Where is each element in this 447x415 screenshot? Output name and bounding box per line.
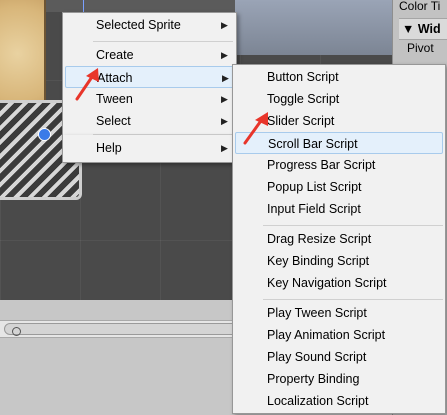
submenu-item-progress-bar-script[interactable]: Progress Bar Script — [233, 154, 445, 176]
submenu-item-popup-list-script[interactable]: Popup List Script — [233, 176, 445, 198]
submenu-arrow-icon: ▶ — [221, 20, 228, 30]
submenu-item-play-tween-script[interactable]: Play Tween Script — [233, 302, 445, 324]
annotation-arrow-icon — [243, 112, 268, 145]
menu-item-label: Attach — [97, 71, 133, 85]
submenu-item-label: Button Script — [267, 70, 339, 84]
submenu-item-label: Drag Resize Script — [267, 232, 372, 246]
search-icon — [12, 327, 21, 336]
context-menu-help-section: Help ▶ — [62, 135, 237, 163]
selection-handle[interactable] — [38, 128, 51, 141]
submenu-item-button-script[interactable]: Button Script — [233, 66, 445, 88]
submenu-item-label: Progress Bar Script — [267, 158, 376, 172]
submenu-separator — [263, 299, 443, 300]
submenu-item-label: Toggle Script — [267, 92, 340, 106]
submenu-item-input-field-script[interactable]: Input Field Script — [233, 198, 445, 220]
submenu-arrow-icon: ▶ — [221, 50, 228, 60]
color-tint-label: Color Ti — [399, 0, 441, 13]
menu-item-help[interactable]: Help ▶ — [63, 137, 236, 159]
pivot-label: Pivot — [407, 41, 434, 55]
menu-item-label: Help — [96, 141, 122, 155]
scene-sky-area — [235, 0, 392, 55]
submenu-item-localization-script[interactable]: Localization Script — [233, 390, 445, 412]
submenu-item-label: Play Tween Script — [267, 306, 367, 320]
submenu-item-label: Property Binding — [267, 372, 360, 386]
submenu-item-label: Localization Script — [267, 394, 369, 408]
submenu-item-label: Popup List Script — [267, 180, 362, 194]
submenu-item-drag-resize-script[interactable]: Drag Resize Script — [233, 228, 445, 250]
menu-item-create[interactable]: Create ▶ — [63, 44, 236, 66]
menu-item-select[interactable]: Select ▶ — [63, 110, 236, 132]
submenu-separator — [263, 225, 443, 226]
menu-item-label: Select — [96, 114, 131, 128]
submenu-item-label: Key Binding Script — [267, 254, 370, 268]
submenu-arrow-icon: ▶ — [221, 116, 228, 126]
submenu-item-key-navigation-script[interactable]: Key Navigation Script — [233, 272, 445, 294]
submenu-item-label: Slider Script — [267, 114, 335, 128]
menu-item-label: Selected Sprite — [96, 18, 181, 32]
submenu-item-key-binding-script[interactable]: Key Binding Script — [233, 250, 445, 272]
submenu-item-toggle-script[interactable]: Toggle Script — [233, 88, 445, 110]
submenu-item-label: Play Sound Script — [267, 350, 367, 364]
annotation-arrow-icon — [75, 68, 99, 101]
submenu-item-property-binding[interactable]: Property Binding — [233, 368, 445, 390]
submenu-item-label: Key Navigation Script — [267, 276, 387, 290]
submenu-item-play-sound-script[interactable]: Play Sound Script — [233, 346, 445, 368]
submenu-item-play-animation-script[interactable]: Play Animation Script — [233, 324, 445, 346]
menu-item-label: Create — [96, 48, 134, 62]
submenu-arrow-icon: ▶ — [221, 143, 228, 153]
submenu-arrow-icon: ▶ — [221, 94, 228, 104]
submenu-arrow-icon: ▶ — [222, 73, 229, 83]
submenu-item-label: Scroll Bar Script — [268, 137, 358, 151]
submenu-item-label: Play Animation Script — [267, 328, 386, 342]
menu-separator — [93, 41, 233, 42]
menu-item-selected-sprite[interactable]: Selected Sprite ▶ — [63, 14, 236, 36]
widget-section-header[interactable]: ▼ Wid — [399, 18, 447, 40]
submenu-item-label: Input Field Script — [267, 202, 361, 216]
